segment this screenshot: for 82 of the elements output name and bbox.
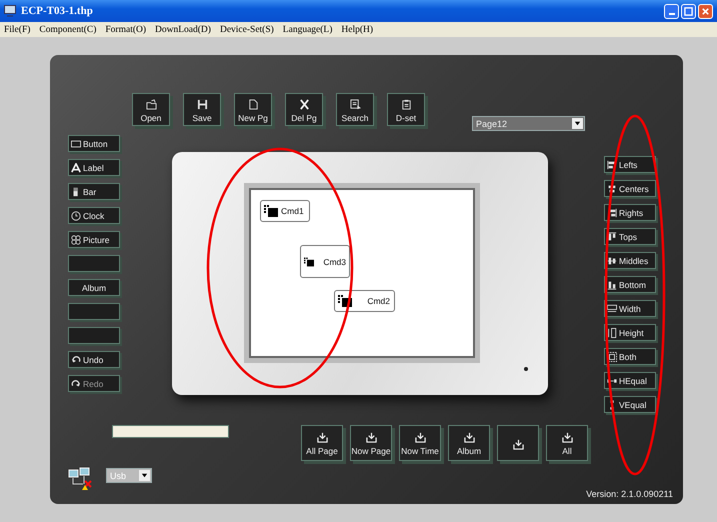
folder-icon xyxy=(146,98,156,110)
document-search-icon xyxy=(350,98,360,110)
download-button[interactable] xyxy=(497,425,539,461)
download-icon xyxy=(414,432,426,443)
empty-tool-slot xyxy=(68,327,120,344)
align-button[interactable]: Both xyxy=(604,348,656,365)
align-button[interactable]: Centers xyxy=(604,180,656,197)
menu-item[interactable]: Language(L) xyxy=(282,24,332,34)
tool-button[interactable]: Undo xyxy=(68,351,120,368)
x-icon xyxy=(298,98,310,110)
rectangle-icon xyxy=(71,138,81,148)
command-button[interactable]: Cmd1 xyxy=(260,200,310,222)
download-icon xyxy=(512,438,524,450)
align-middle-icon xyxy=(607,256,617,266)
same-size-icon xyxy=(607,352,617,362)
window-title: ECP-T03-1.thp xyxy=(21,5,93,17)
toolbar-button[interactable]: Open xyxy=(132,93,170,126)
download-button[interactable]: All xyxy=(546,425,588,461)
stacked-squares-icon xyxy=(264,205,278,217)
download-button[interactable]: Album xyxy=(448,425,490,461)
align-bottom-icon xyxy=(607,280,617,290)
clock-icon xyxy=(71,210,81,220)
menu-item[interactable]: Device-Set(S) xyxy=(220,24,274,34)
toolbar-button[interactable]: Del Pg xyxy=(285,93,323,126)
empty-tool-slot xyxy=(68,303,120,320)
app-icon xyxy=(4,5,16,17)
letter-a-icon xyxy=(71,162,81,172)
menu-item[interactable]: DownLoad(D) xyxy=(155,24,211,34)
align-button[interactable]: Middles xyxy=(604,252,656,269)
tool-button[interactable]: Clock xyxy=(68,207,120,224)
download-button[interactable]: Now Time xyxy=(399,425,441,461)
stacked-squares-icon xyxy=(338,295,352,307)
toolbar-button[interactable]: Search xyxy=(336,93,374,126)
align-left-icon xyxy=(607,160,617,170)
align-button[interactable]: Rights xyxy=(604,204,656,221)
menu-item[interactable]: Component(C) xyxy=(39,24,96,34)
align-button[interactable]: Lefts xyxy=(604,156,656,173)
command-button[interactable]: Cmd2 xyxy=(334,290,395,312)
download-icon xyxy=(366,432,376,443)
toolbar-button[interactable]: Save xyxy=(183,93,221,126)
empty-tool-slot xyxy=(68,255,120,272)
redo-icon xyxy=(71,378,81,388)
circles-icon xyxy=(71,234,81,244)
power-led xyxy=(524,367,528,371)
tool-button[interactable]: Picture xyxy=(68,231,120,248)
close-icon xyxy=(701,6,710,16)
download-icon xyxy=(316,432,328,443)
align-button[interactable]: Width xyxy=(604,300,656,317)
align-button[interactable]: Bottom xyxy=(604,276,656,293)
download-icon xyxy=(464,432,474,443)
align-top-icon xyxy=(607,232,617,242)
menu-item[interactable]: Format(O) xyxy=(105,24,146,34)
download-button[interactable]: Now Page xyxy=(350,425,392,461)
tool-button[interactable]: Button xyxy=(68,135,120,152)
stacked-squares-icon xyxy=(304,256,314,268)
align-button[interactable]: Tops xyxy=(604,228,656,245)
tool-button[interactable]: Album xyxy=(68,279,120,296)
clipboard-icon xyxy=(400,98,412,110)
minimize-icon xyxy=(668,12,674,14)
undo-icon xyxy=(71,354,81,364)
align-button[interactable]: HEqual xyxy=(604,372,656,389)
same-height-icon xyxy=(607,328,617,338)
page-icon xyxy=(248,98,258,110)
same-width-icon xyxy=(607,304,617,314)
menu-item[interactable]: File(F) xyxy=(4,24,30,34)
command-button[interactable]: Cmd3 xyxy=(300,245,350,278)
tool-button[interactable]: Label xyxy=(68,159,120,176)
tool-button[interactable]: Bar xyxy=(68,183,120,200)
align-button[interactable]: VEqual xyxy=(604,396,656,413)
align-center-icon xyxy=(607,184,617,194)
toolbar-button[interactable]: New Pg xyxy=(234,93,272,126)
download-icon xyxy=(562,432,572,443)
menu-item[interactable]: Help(H) xyxy=(341,24,374,34)
maximize-icon xyxy=(684,6,693,16)
version-text: Version: 2.1.0.090211 xyxy=(586,489,673,499)
align-button[interactable]: Height xyxy=(604,324,656,341)
minimize-button[interactable] xyxy=(664,4,679,18)
download-button[interactable]: All Page xyxy=(301,425,343,461)
close-button[interactable] xyxy=(698,4,713,18)
toolbar-button[interactable]: D-set xyxy=(387,93,425,126)
page-dropdown[interactable]: Page12 xyxy=(472,116,585,131)
maximize-button[interactable] xyxy=(681,4,696,18)
